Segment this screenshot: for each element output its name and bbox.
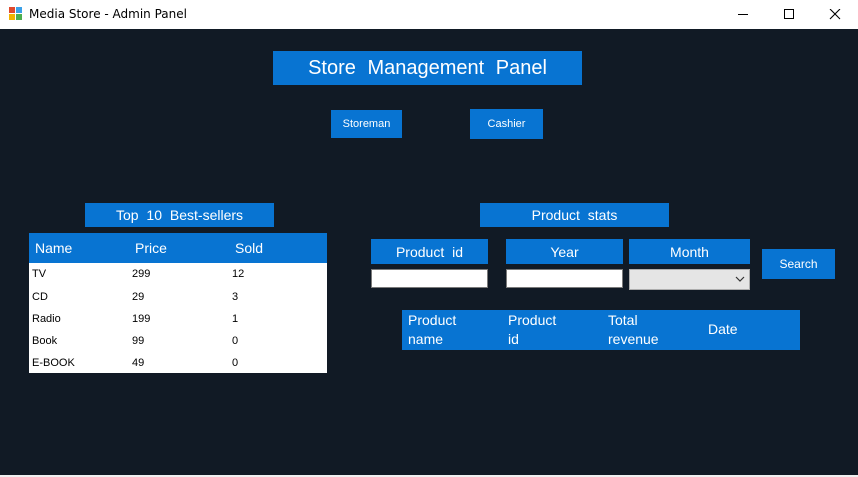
table-row[interactable]: CD 29 3 [29, 286, 327, 308]
cell-price: 199 [132, 313, 151, 325]
cell-name: E-BOOK [32, 357, 75, 369]
product-id-label: Product id [371, 239, 488, 264]
year-input[interactable] [506, 269, 623, 288]
cell-sold: 0 [232, 335, 239, 347]
cell-sold: 1 [232, 313, 239, 325]
minimize-icon [738, 14, 748, 15]
close-button[interactable] [812, 0, 858, 29]
cell-sold: 3 [232, 291, 239, 303]
column-header-line: revenue [608, 331, 659, 347]
table-row[interactable]: E-BOOK 49 0 [29, 352, 327, 374]
cell-sold: 0 [232, 357, 239, 369]
cell-price: 49 [132, 357, 145, 369]
app-window-icon [9, 7, 23, 21]
cell-name: Book [32, 335, 58, 347]
table-row[interactable]: Book 99 0 [29, 330, 327, 352]
close-icon [829, 9, 841, 20]
month-select[interactable] [629, 269, 750, 290]
column-header-line: Product [508, 312, 557, 328]
column-header-line: id [508, 331, 519, 347]
window-title-bar[interactable]: Media Store - Admin Panel [0, 0, 858, 29]
month-label: Month [629, 239, 750, 264]
bestsellers-table[interactable]: Name Price Sold TV 299 12 CD 29 3 Radio … [29, 233, 327, 373]
cell-price: 99 [132, 335, 145, 347]
bestsellers-title: Top 10 Best-sellers [85, 203, 274, 227]
maximize-icon [784, 9, 794, 19]
column-header-line: name [408, 331, 444, 347]
cell-name: TV [32, 268, 47, 280]
column-header-product-id[interactable]: Product id [508, 311, 556, 349]
table-row[interactable]: Radio 199 1 [29, 308, 327, 330]
column-header-date[interactable]: Date [708, 320, 738, 339]
maximize-button[interactable] [766, 0, 812, 29]
column-header-total-revenue[interactable]: Total revenue [608, 311, 659, 349]
cell-name: CD [32, 291, 48, 303]
page-title: Store Management Panel [273, 51, 582, 85]
column-header-sold[interactable]: Sold [235, 240, 263, 256]
table-row[interactable]: TV 299 12 [29, 263, 327, 285]
cell-name: Radio [32, 313, 61, 325]
cell-price: 299 [132, 268, 151, 280]
year-label: Year [506, 239, 623, 264]
product-stats-title: Product stats [480, 203, 669, 227]
column-header-line: Product [408, 312, 457, 328]
column-header-price[interactable]: Price [135, 240, 167, 256]
product-id-input[interactable] [371, 269, 488, 288]
column-header-product-name[interactable]: Product name [408, 311, 456, 349]
product-stats-results-header[interactable]: Product name Product id Total revenue Da… [402, 310, 800, 350]
cell-price: 29 [132, 291, 145, 303]
cell-sold: 12 [232, 268, 245, 280]
cashier-button[interactable]: Cashier [470, 109, 543, 139]
search-button[interactable]: Search [762, 249, 835, 279]
column-header-line: Total [608, 312, 638, 328]
chevron-down-icon [735, 276, 745, 282]
minimize-button[interactable] [720, 0, 766, 29]
table-header: Name Price Sold [29, 233, 327, 263]
column-header-name[interactable]: Name [35, 240, 72, 256]
window-title: Media Store - Admin Panel [29, 7, 187, 21]
storeman-button[interactable]: Storeman [331, 110, 402, 138]
